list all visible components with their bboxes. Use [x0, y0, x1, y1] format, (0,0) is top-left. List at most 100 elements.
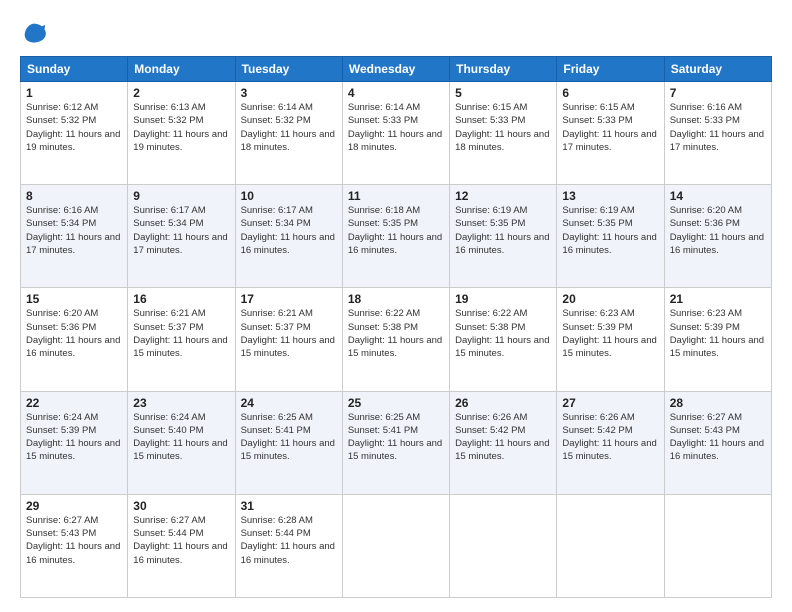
day-info: Sunrise: 6:19 AMSunset: 5:35 PMDaylight:…: [455, 205, 549, 256]
calendar-day-cell: 24 Sunrise: 6:25 AMSunset: 5:41 PMDaylig…: [235, 391, 342, 494]
day-number: 3: [241, 86, 337, 100]
day-number: 19: [455, 292, 551, 306]
day-number: 13: [562, 189, 658, 203]
calendar-week-row: 29 Sunrise: 6:27 AMSunset: 5:43 PMDaylig…: [21, 494, 772, 597]
calendar-body: 1 Sunrise: 6:12 AMSunset: 5:32 PMDayligh…: [21, 82, 772, 598]
day-number: 27: [562, 396, 658, 410]
day-number: 17: [241, 292, 337, 306]
day-number: 10: [241, 189, 337, 203]
calendar-week-row: 22 Sunrise: 6:24 AMSunset: 5:39 PMDaylig…: [21, 391, 772, 494]
calendar-day-cell: 10 Sunrise: 6:17 AMSunset: 5:34 PMDaylig…: [235, 185, 342, 288]
day-info: Sunrise: 6:21 AMSunset: 5:37 PMDaylight:…: [133, 308, 227, 359]
day-info: Sunrise: 6:23 AMSunset: 5:39 PMDaylight:…: [562, 308, 656, 359]
empty-cell: [664, 494, 771, 597]
calendar-day-cell: 19 Sunrise: 6:22 AMSunset: 5:38 PMDaylig…: [450, 288, 557, 391]
day-of-week-header: Friday: [557, 57, 664, 82]
day-info: Sunrise: 6:15 AMSunset: 5:33 PMDaylight:…: [455, 102, 549, 153]
logo: [20, 18, 52, 46]
calendar-day-cell: 21 Sunrise: 6:23 AMSunset: 5:39 PMDaylig…: [664, 288, 771, 391]
day-number: 2: [133, 86, 229, 100]
day-info: Sunrise: 6:14 AMSunset: 5:33 PMDaylight:…: [348, 102, 442, 153]
calendar-day-cell: 28 Sunrise: 6:27 AMSunset: 5:43 PMDaylig…: [664, 391, 771, 494]
empty-cell: [557, 494, 664, 597]
day-info: Sunrise: 6:21 AMSunset: 5:37 PMDaylight:…: [241, 308, 335, 359]
calendar-day-cell: 13 Sunrise: 6:19 AMSunset: 5:35 PMDaylig…: [557, 185, 664, 288]
day-of-week-header: Saturday: [664, 57, 771, 82]
day-info: Sunrise: 6:20 AMSunset: 5:36 PMDaylight:…: [670, 205, 764, 256]
day-info: Sunrise: 6:26 AMSunset: 5:42 PMDaylight:…: [562, 412, 656, 463]
day-number: 23: [133, 396, 229, 410]
day-number: 7: [670, 86, 766, 100]
day-info: Sunrise: 6:17 AMSunset: 5:34 PMDaylight:…: [241, 205, 335, 256]
day-info: Sunrise: 6:22 AMSunset: 5:38 PMDaylight:…: [455, 308, 549, 359]
day-number: 18: [348, 292, 444, 306]
header: [20, 18, 772, 46]
day-number: 26: [455, 396, 551, 410]
day-number: 30: [133, 499, 229, 513]
day-number: 24: [241, 396, 337, 410]
day-of-week-header: Tuesday: [235, 57, 342, 82]
empty-cell: [450, 494, 557, 597]
calendar-day-cell: 31 Sunrise: 6:28 AMSunset: 5:44 PMDaylig…: [235, 494, 342, 597]
calendar-day-cell: 1 Sunrise: 6:12 AMSunset: 5:32 PMDayligh…: [21, 82, 128, 185]
logo-icon: [20, 18, 48, 46]
calendar-day-cell: 2 Sunrise: 6:13 AMSunset: 5:32 PMDayligh…: [128, 82, 235, 185]
day-number: 21: [670, 292, 766, 306]
calendar-day-cell: 23 Sunrise: 6:24 AMSunset: 5:40 PMDaylig…: [128, 391, 235, 494]
day-number: 28: [670, 396, 766, 410]
day-info: Sunrise: 6:16 AMSunset: 5:34 PMDaylight:…: [26, 205, 120, 256]
calendar-day-cell: 3 Sunrise: 6:14 AMSunset: 5:32 PMDayligh…: [235, 82, 342, 185]
calendar-day-cell: 22 Sunrise: 6:24 AMSunset: 5:39 PMDaylig…: [21, 391, 128, 494]
empty-cell: [342, 494, 449, 597]
day-info: Sunrise: 6:23 AMSunset: 5:39 PMDaylight:…: [670, 308, 764, 359]
calendar-day-cell: 15 Sunrise: 6:20 AMSunset: 5:36 PMDaylig…: [21, 288, 128, 391]
day-number: 11: [348, 189, 444, 203]
day-info: Sunrise: 6:12 AMSunset: 5:32 PMDaylight:…: [26, 102, 120, 153]
calendar-day-cell: 27 Sunrise: 6:26 AMSunset: 5:42 PMDaylig…: [557, 391, 664, 494]
calendar-day-cell: 4 Sunrise: 6:14 AMSunset: 5:33 PMDayligh…: [342, 82, 449, 185]
day-info: Sunrise: 6:15 AMSunset: 5:33 PMDaylight:…: [562, 102, 656, 153]
day-info: Sunrise: 6:13 AMSunset: 5:32 PMDaylight:…: [133, 102, 227, 153]
day-info: Sunrise: 6:27 AMSunset: 5:43 PMDaylight:…: [26, 515, 120, 566]
day-info: Sunrise: 6:24 AMSunset: 5:40 PMDaylight:…: [133, 412, 227, 463]
day-number: 20: [562, 292, 658, 306]
day-info: Sunrise: 6:18 AMSunset: 5:35 PMDaylight:…: [348, 205, 442, 256]
calendar-day-cell: 29 Sunrise: 6:27 AMSunset: 5:43 PMDaylig…: [21, 494, 128, 597]
calendar-day-cell: 12 Sunrise: 6:19 AMSunset: 5:35 PMDaylig…: [450, 185, 557, 288]
day-number: 6: [562, 86, 658, 100]
calendar-day-cell: 7 Sunrise: 6:16 AMSunset: 5:33 PMDayligh…: [664, 82, 771, 185]
day-number: 14: [670, 189, 766, 203]
day-number: 1: [26, 86, 122, 100]
calendar-week-row: 15 Sunrise: 6:20 AMSunset: 5:36 PMDaylig…: [21, 288, 772, 391]
day-number: 22: [26, 396, 122, 410]
day-info: Sunrise: 6:25 AMSunset: 5:41 PMDaylight:…: [348, 412, 442, 463]
day-number: 16: [133, 292, 229, 306]
day-number: 12: [455, 189, 551, 203]
day-info: Sunrise: 6:14 AMSunset: 5:32 PMDaylight:…: [241, 102, 335, 153]
day-info: Sunrise: 6:26 AMSunset: 5:42 PMDaylight:…: [455, 412, 549, 463]
day-number: 15: [26, 292, 122, 306]
calendar-day-cell: 16 Sunrise: 6:21 AMSunset: 5:37 PMDaylig…: [128, 288, 235, 391]
page: SundayMondayTuesdayWednesdayThursdayFrid…: [0, 0, 792, 612]
calendar-day-cell: 25 Sunrise: 6:25 AMSunset: 5:41 PMDaylig…: [342, 391, 449, 494]
day-of-week-header: Sunday: [21, 57, 128, 82]
calendar-week-row: 1 Sunrise: 6:12 AMSunset: 5:32 PMDayligh…: [21, 82, 772, 185]
day-info: Sunrise: 6:27 AMSunset: 5:43 PMDaylight:…: [670, 412, 764, 463]
day-of-week-header: Monday: [128, 57, 235, 82]
calendar-day-cell: 9 Sunrise: 6:17 AMSunset: 5:34 PMDayligh…: [128, 185, 235, 288]
day-number: 31: [241, 499, 337, 513]
day-info: Sunrise: 6:17 AMSunset: 5:34 PMDaylight:…: [133, 205, 227, 256]
day-info: Sunrise: 6:22 AMSunset: 5:38 PMDaylight:…: [348, 308, 442, 359]
day-number: 5: [455, 86, 551, 100]
day-info: Sunrise: 6:25 AMSunset: 5:41 PMDaylight:…: [241, 412, 335, 463]
calendar-day-cell: 17 Sunrise: 6:21 AMSunset: 5:37 PMDaylig…: [235, 288, 342, 391]
calendar-day-cell: 18 Sunrise: 6:22 AMSunset: 5:38 PMDaylig…: [342, 288, 449, 391]
calendar-header-row: SundayMondayTuesdayWednesdayThursdayFrid…: [21, 57, 772, 82]
calendar-day-cell: 11 Sunrise: 6:18 AMSunset: 5:35 PMDaylig…: [342, 185, 449, 288]
day-info: Sunrise: 6:16 AMSunset: 5:33 PMDaylight:…: [670, 102, 764, 153]
calendar-day-cell: 26 Sunrise: 6:26 AMSunset: 5:42 PMDaylig…: [450, 391, 557, 494]
day-number: 4: [348, 86, 444, 100]
day-info: Sunrise: 6:20 AMSunset: 5:36 PMDaylight:…: [26, 308, 120, 359]
day-number: 29: [26, 499, 122, 513]
day-of-week-header: Wednesday: [342, 57, 449, 82]
